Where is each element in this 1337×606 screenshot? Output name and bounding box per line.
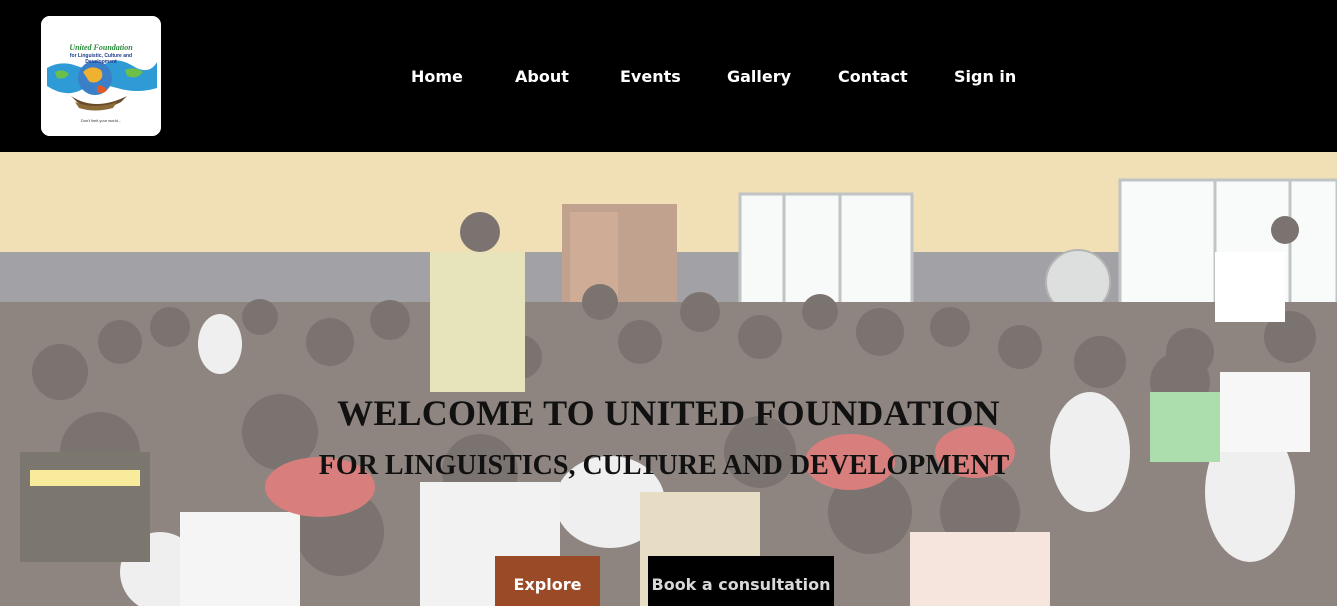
- nav-item-events[interactable]: Events: [620, 64, 681, 90]
- explore-button[interactable]: Explore: [495, 556, 600, 606]
- hero-section: WELCOME TO UNITED FOUNDATION FOR LINGUIS…: [0, 152, 1337, 606]
- hero-title: WELCOME TO UNITED FOUNDATION: [337, 393, 1000, 433]
- nav-item-gallery[interactable]: Gallery: [727, 64, 791, 90]
- main-nav: Home About Events Gallery Contact Sign i…: [0, 64, 1337, 90]
- nav-item-home[interactable]: Home: [411, 64, 463, 90]
- logo-line1: United Foundation: [69, 43, 133, 52]
- hero-subtitle: FOR LINGUISTICS, CULTURE AND DEVELOPMENT: [318, 450, 1010, 481]
- logo-tagline: Don't limit your world...: [81, 118, 121, 123]
- nav-item-signin[interactable]: Sign in: [954, 64, 1016, 90]
- hero-overlay: [0, 152, 1337, 606]
- nav-item-contact[interactable]: Contact: [838, 64, 908, 90]
- navbar: United Foundation for Linguistic, Cultur…: [0, 0, 1337, 152]
- book-consultation-button[interactable]: Book a consultation: [648, 556, 834, 606]
- nav-item-about[interactable]: About: [515, 64, 569, 90]
